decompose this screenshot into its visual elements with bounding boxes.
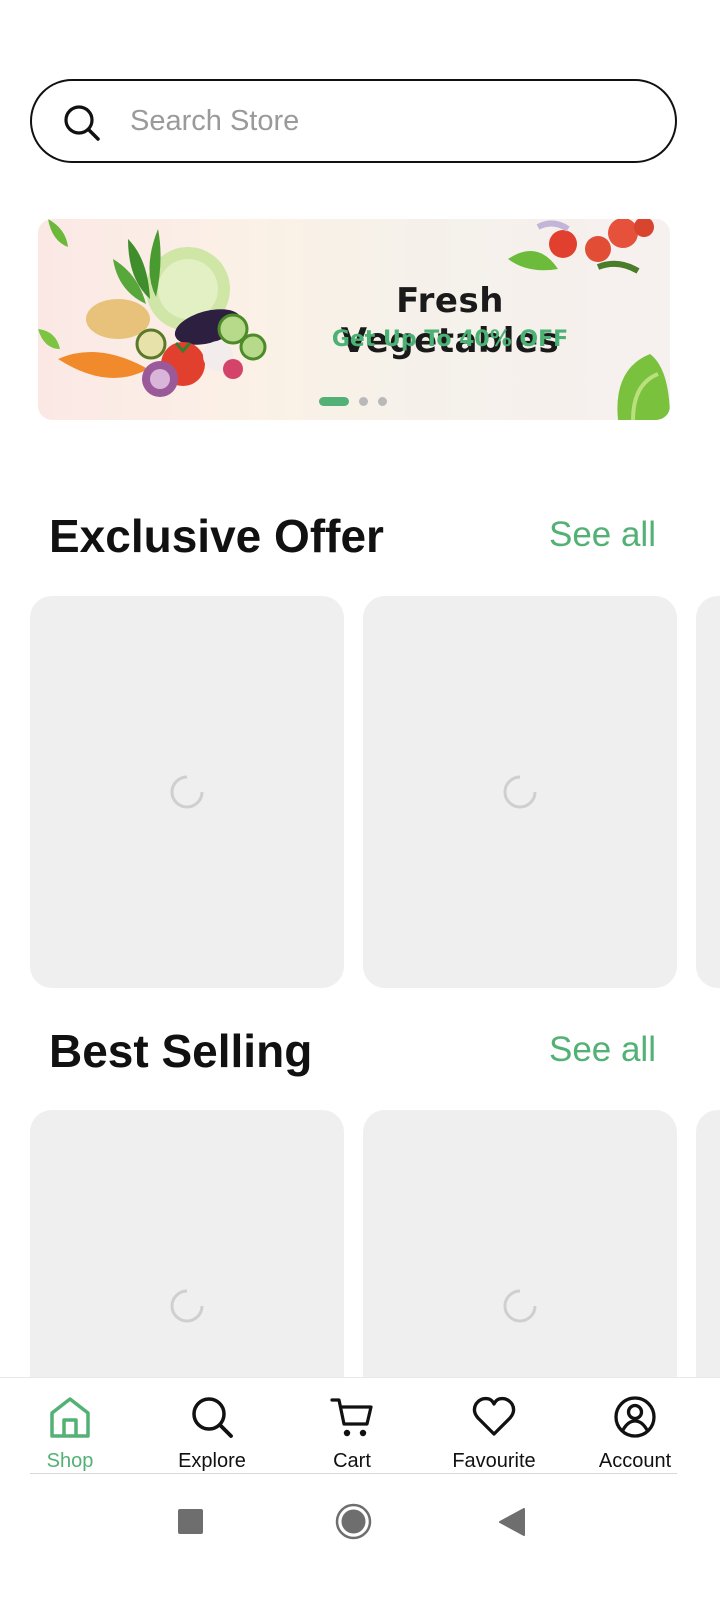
- product-card-loading[interactable]: [30, 1110, 344, 1377]
- loading-spinner-icon: [503, 1289, 537, 1323]
- loading-spinner-icon: [170, 775, 204, 809]
- pagination-dot-active[interactable]: [319, 396, 349, 406]
- pagination-dot[interactable]: [378, 396, 387, 406]
- tab-label: Cart: [333, 1450, 371, 1472]
- loading-spinner-icon: [170, 1289, 204, 1323]
- cart-icon: [330, 1398, 373, 1437]
- tab-label: Account: [598, 1450, 672, 1472]
- product-card-loading[interactable]: [363, 1110, 677, 1377]
- section-title-best-selling: Best Selling: [49, 1025, 313, 1077]
- heart-icon: [472, 1396, 516, 1436]
- bottom-tab-bar: Shop Explore Cart Favourite Account: [0, 1377, 720, 1475]
- section-title-exclusive-offer: Exclusive Offer: [49, 510, 384, 562]
- banner-pagination: [319, 396, 387, 406]
- tab-account[interactable]: Account: [585, 1378, 685, 1476]
- tab-bar-divider: [30, 1473, 677, 1474]
- product-card-partial[interactable]: [696, 596, 720, 988]
- loading-spinner-icon: [503, 775, 537, 809]
- back-button-icon[interactable]: [498, 1507, 526, 1537]
- home-button-icon[interactable]: [335, 1503, 372, 1540]
- tab-label: Favourite: [452, 1450, 536, 1472]
- product-card-partial[interactable]: [696, 1110, 720, 1377]
- see-all-best-selling-link[interactable]: See all: [549, 1030, 656, 1070]
- tab-label: Explore: [178, 1450, 246, 1472]
- system-navigation-bar: [0, 1476, 720, 1600]
- pagination-dot[interactable]: [359, 396, 368, 406]
- recent-apps-icon[interactable]: [177, 1508, 204, 1535]
- product-card-loading[interactable]: [30, 596, 344, 988]
- tab-shop[interactable]: Shop: [20, 1378, 120, 1476]
- search-icon: [192, 1397, 233, 1438]
- tab-explore[interactable]: Explore: [162, 1378, 262, 1476]
- search-input[interactable]: [130, 99, 630, 143]
- search-icon: [64, 105, 100, 141]
- account-icon: [614, 1396, 656, 1438]
- tab-cart[interactable]: Cart: [302, 1378, 402, 1476]
- banner-subtitle: Get Up To 40% OFF: [331, 327, 569, 352]
- tab-favourite[interactable]: Favourite: [444, 1378, 544, 1476]
- promo-banner[interactable]: Fresh Vegetables Get Up To 40% OFF: [38, 219, 670, 420]
- see-all-exclusive-offer-link[interactable]: See all: [549, 515, 656, 555]
- tab-label: Shop: [46, 1450, 94, 1472]
- home-icon: [50, 1397, 90, 1438]
- search-bar[interactable]: [30, 79, 677, 163]
- product-card-loading[interactable]: [363, 596, 677, 988]
